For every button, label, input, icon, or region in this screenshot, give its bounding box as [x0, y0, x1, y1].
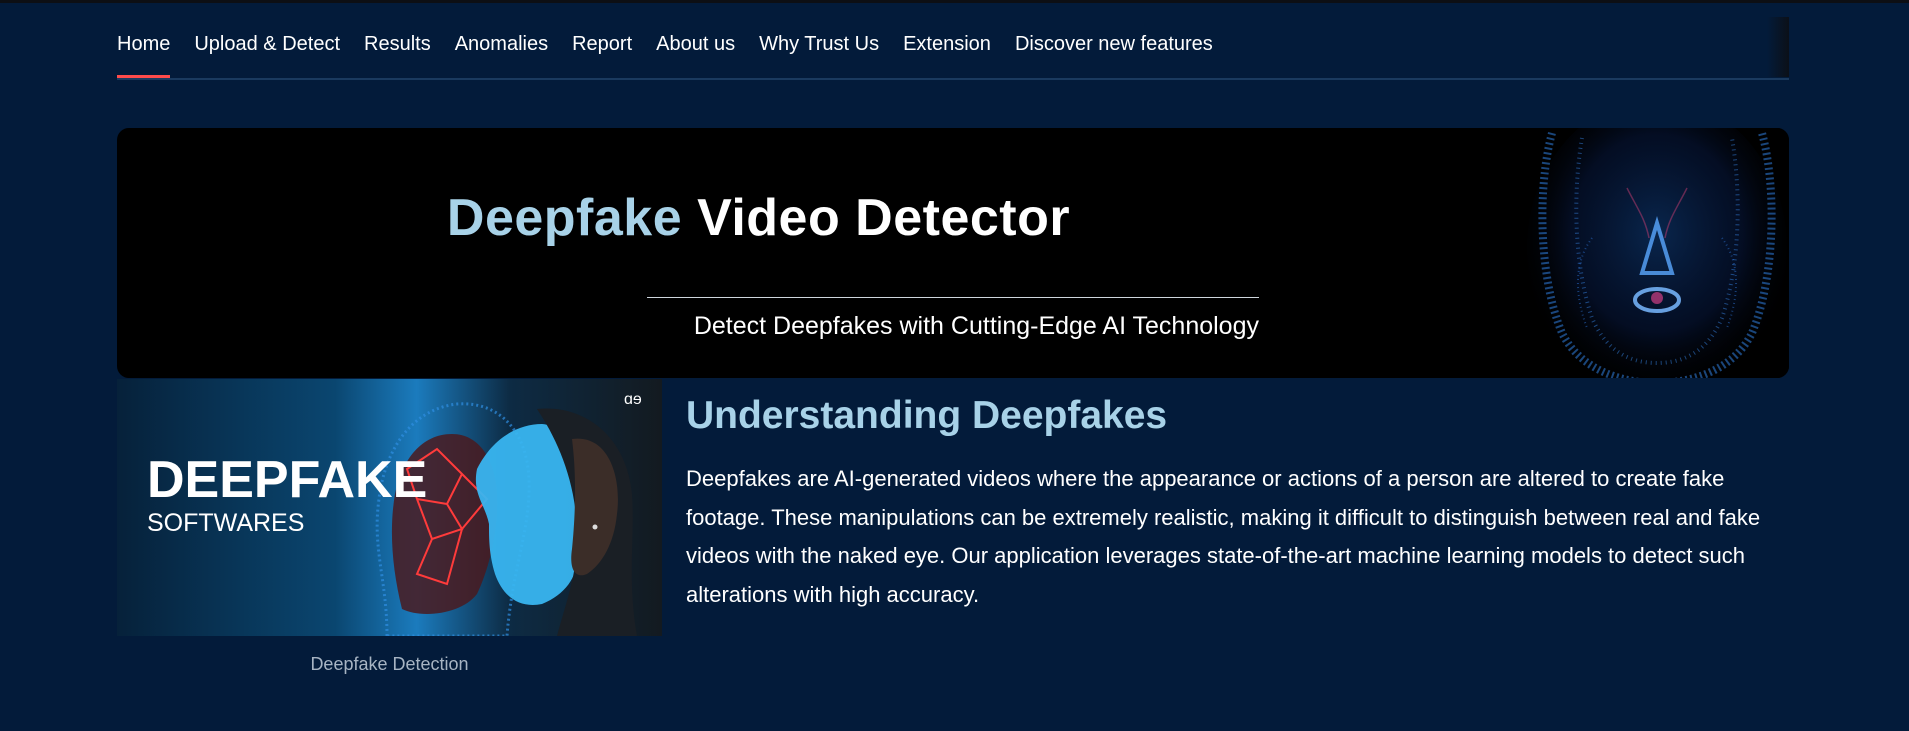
tab-report[interactable]: Report: [572, 33, 632, 78]
image-caption: Deepfake Detection: [310, 654, 469, 674]
tab-about-us[interactable]: About us: [656, 33, 735, 78]
deepfake-image-art: ɑɘ DEEPFAKE SOFTWARES: [117, 379, 662, 636]
tab-anomalies[interactable]: Anomalies: [455, 33, 548, 78]
understanding-deepfakes-section: Understanding Deepfakes Deepfakes are AI…: [686, 392, 1789, 614]
tab-why-trust-us[interactable]: Why Trust Us: [759, 33, 879, 78]
image-headline: DEEPFAKE: [147, 451, 427, 509]
section-body: Deepfakes are AI-generated videos where …: [686, 466, 1761, 607]
nav-tabs-bar: Home Upload & Detect Results Anomalies R…: [117, 0, 1789, 80]
tab-discover-new-features[interactable]: Discover new features: [1015, 33, 1213, 78]
deepfake-software-image: ɑɘ DEEPFAKE SOFTWARES: [117, 379, 662, 636]
tab-results[interactable]: Results: [364, 33, 431, 78]
image-subheadline: SOFTWARES: [147, 509, 304, 537]
tab-upload-detect[interactable]: Upload & Detect: [194, 33, 340, 78]
tab-extension[interactable]: Extension: [903, 33, 991, 78]
hero-title-rest: Video Detector: [697, 189, 1071, 247]
tab-scroll-fade: [1767, 17, 1789, 77]
hero-banner: Deepfake Video Detector Detect Deepfakes…: [117, 128, 1789, 378]
section-title: Understanding Deepfakes: [686, 394, 1168, 437]
gfg-logo-icon: ɑɘ: [624, 391, 642, 408]
digital-face-illustration: [1387, 128, 1789, 378]
hero-divider: [647, 297, 1259, 298]
hero-title: Deepfake Video Detector: [117, 188, 1400, 248]
hero-subtitle: Detect Deepfakes with Cutting-Edge AI Te…: [693, 312, 1259, 340]
nav-tab-list: Home Upload & Detect Results Anomalies R…: [117, 33, 1237, 78]
tab-home[interactable]: Home: [117, 33, 171, 78]
page: Home Upload & Detect Results Anomalies R…: [117, 0, 1789, 674]
hero-title-accent: Deepfake: [446, 189, 683, 247]
